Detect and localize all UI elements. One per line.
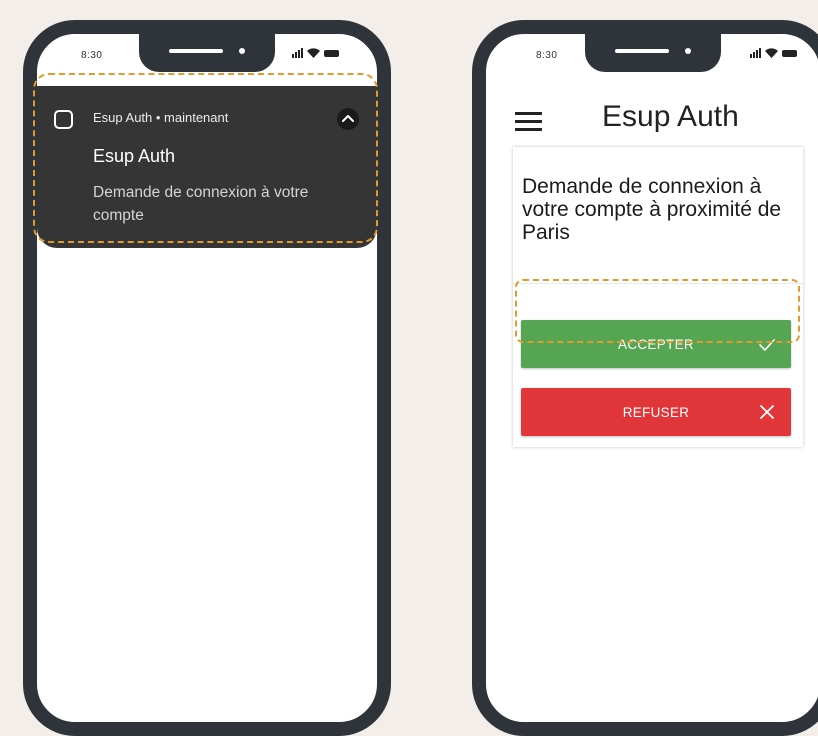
refuse-label: REFUSER	[622, 404, 690, 420]
close-icon	[760, 405, 774, 419]
wifi-icon	[765, 48, 778, 58]
battery-icon	[782, 50, 797, 57]
status-icons	[292, 48, 339, 58]
phone-notification-screen: 8:30 Esup Auth • maintenant Esup Auth De…	[23, 20, 391, 736]
app-title: Esup Auth	[602, 100, 739, 133]
speaker-grille	[615, 49, 669, 53]
battery-icon	[324, 50, 339, 57]
refuse-button[interactable]: REFUSER	[521, 388, 791, 436]
phone-notch	[585, 34, 721, 72]
request-message: Demande de connexion à votre compte à pr…	[522, 175, 782, 244]
status-time: 8:30	[536, 50, 558, 61]
card-divider	[513, 283, 803, 284]
speaker-grille	[169, 49, 223, 53]
hamburger-menu-icon[interactable]	[515, 112, 542, 132]
signal-icon	[292, 48, 303, 58]
notification-title: Esup Auth	[93, 146, 176, 166]
phone-app-screen: 8:30 Esup Auth Demande de connexion à vo…	[472, 20, 818, 736]
notification-body: Demande de connexion à votre compte	[93, 184, 309, 224]
auth-request-card: Demande de connexion à votre compte à pr…	[513, 147, 803, 447]
push-notification[interactable]: Esup Auth • maintenant Esup Auth Demande…	[37, 86, 377, 248]
check-icon	[759, 339, 775, 351]
notification-app-line: Esup Auth • maintenant	[93, 110, 229, 125]
square-ring-icon	[54, 110, 73, 129]
wifi-icon	[307, 48, 320, 58]
status-time: 8:30	[81, 50, 103, 61]
chevron-up-icon[interactable]	[337, 108, 359, 130]
phone-notch	[139, 34, 275, 72]
accept-button[interactable]: ACCEPTER	[521, 320, 791, 368]
accept-label: ACCEPTER	[618, 336, 694, 352]
status-icons	[750, 48, 797, 58]
front-camera	[239, 48, 245, 54]
signal-icon	[750, 48, 761, 58]
front-camera	[685, 48, 691, 54]
